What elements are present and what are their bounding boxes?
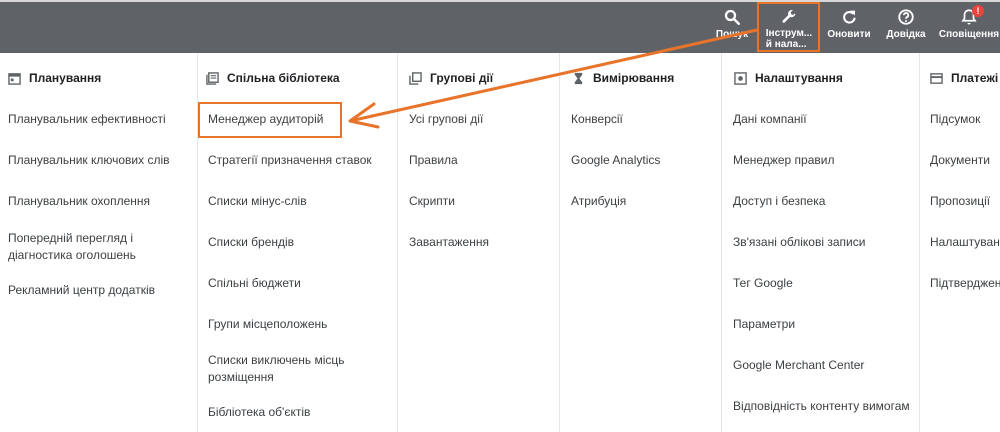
- tools-menu-panel: Планування Планувальник ефективності Пла…: [0, 53, 1000, 432]
- menu-item-attribution[interactable]: Атрибуція: [571, 193, 626, 210]
- column-planning: Планування Планувальник ефективності Пла…: [0, 53, 198, 432]
- column-title: Налаштування: [755, 71, 843, 85]
- menu-item-rules[interactable]: Правила: [409, 152, 458, 169]
- library-icon: [206, 71, 219, 85]
- menu-item-access-and-security[interactable]: Доступ і безпека: [733, 193, 825, 210]
- menu-item-brand-lists[interactable]: Списки брендів: [208, 234, 294, 251]
- credit-card-icon: [930, 72, 943, 84]
- audience-manager-highlight-box: [198, 102, 342, 138]
- column-header: Налаштування: [734, 71, 843, 85]
- help-icon: [898, 9, 914, 25]
- hourglass-icon: [574, 72, 583, 84]
- refresh-label: Оновити: [827, 29, 871, 40]
- refresh-icon: [843, 10, 856, 24]
- menu-item-shared-budgets[interactable]: Спільні бюджети: [208, 275, 301, 292]
- menu-item-content-suitability[interactable]: Відповідність контенту вимогам: [733, 398, 910, 415]
- menu-item-scripts[interactable]: Скрипти: [409, 193, 455, 210]
- search-button[interactable]: Пошук: [712, 8, 752, 50]
- menu-item-performance-planner[interactable]: Планувальник ефективності: [8, 111, 166, 128]
- notifications-icon-wrap: !: [960, 5, 984, 26]
- menu-item-google-tag[interactable]: Тег Google: [733, 275, 793, 292]
- menu-item-ad-preview[interactable]: Попередній перегляд і діагностика оголош…: [8, 230, 136, 264]
- column-title: Платежі: [951, 71, 999, 85]
- menu-item-advertiser-verification[interactable]: Підтвердження: [930, 275, 1000, 292]
- column-header: Спільна бібліотека: [206, 71, 340, 85]
- column-title: Планування: [29, 71, 102, 85]
- menu-item-asset-library[interactable]: Бібліотека об'єктів: [208, 404, 310, 421]
- column-header: Платежі: [930, 71, 998, 85]
- refresh-button[interactable]: Оновити: [826, 8, 872, 50]
- menu-item-reach-planner[interactable]: Планувальник охоплення: [8, 193, 150, 210]
- notifications-button[interactable]: ! Сповіщення: [938, 5, 1000, 50]
- column-title: Вимірювання: [593, 71, 675, 85]
- menu-item-rules-manager[interactable]: Менеджер правил: [733, 152, 834, 169]
- search-icon: [724, 9, 740, 25]
- menu-item-summary[interactable]: Підсумок: [930, 111, 980, 128]
- menu-item-placement-exclusion-lists[interactable]: Списки виключень місць розміщення: [208, 352, 345, 386]
- menu-item-uploads[interactable]: Завантаження: [409, 234, 489, 251]
- column-header: Вимірювання: [572, 71, 674, 85]
- menu-item-google-analytics[interactable]: Google Analytics: [571, 152, 660, 169]
- column-setup: Налаштування Дані компанії Менеджер прав…: [722, 53, 920, 432]
- column-title: Спільна бібліотека: [227, 71, 340, 85]
- menu-item-keyword-planner[interactable]: Планувальник ключових слів: [8, 152, 170, 169]
- menu-item-promotions[interactable]: Пропозиції: [930, 193, 990, 210]
- help-button[interactable]: Довідка: [883, 8, 929, 50]
- settings-icon: [734, 71, 747, 85]
- menu-item-all-bulk-actions[interactable]: Усі групові дії: [409, 111, 483, 128]
- menu-item-negative-keyword-lists[interactable]: Списки мінус-слів: [208, 193, 307, 210]
- search-label: Пошук: [715, 29, 749, 40]
- column-header: Планування: [8, 71, 101, 85]
- top-toolbar: Пошук Інструм... й нала... Оновити Довід…: [0, 0, 1000, 53]
- menu-item-business-data[interactable]: Дані компанії: [733, 111, 807, 128]
- menu-item-documents[interactable]: Документи: [930, 152, 990, 169]
- menu-item-preferences[interactable]: Параметри: [733, 316, 795, 333]
- menu-item-conversions[interactable]: Конверсії: [571, 111, 623, 128]
- notifications-label: Сповіщення: [938, 29, 1000, 40]
- column-measurement: Вимірювання Конверсії Google Analytics А…: [560, 53, 722, 432]
- menu-item-linked-accounts[interactable]: Зв'язані облікові записи: [733, 234, 865, 251]
- column-title: Групові дії: [430, 71, 494, 85]
- tools-highlight-box: [757, 2, 820, 52]
- notification-badge: !: [972, 5, 984, 17]
- column-bulk-actions: Групові дії Усі групові дії Правила Скри…: [398, 53, 560, 432]
- menu-item-billing-settings[interactable]: Налаштування: [930, 234, 1000, 251]
- help-label: Довідка: [886, 29, 926, 40]
- menu-item-bid-strategies[interactable]: Стратегії призначення ставок: [208, 152, 372, 169]
- column-billing: Платежі Підсумок Документи Пропозиції На…: [920, 53, 1000, 432]
- menu-item-google-merchant-center[interactable]: Google Merchant Center: [733, 357, 864, 374]
- menu-item-app-advertising-hub[interactable]: Рекламний центр додатків: [8, 282, 155, 299]
- menu-item-location-groups[interactable]: Групи місцеположень: [208, 316, 327, 333]
- bulk-actions-icon: [409, 71, 422, 85]
- calendar-icon: [8, 72, 21, 85]
- column-header: Групові дії: [409, 71, 493, 85]
